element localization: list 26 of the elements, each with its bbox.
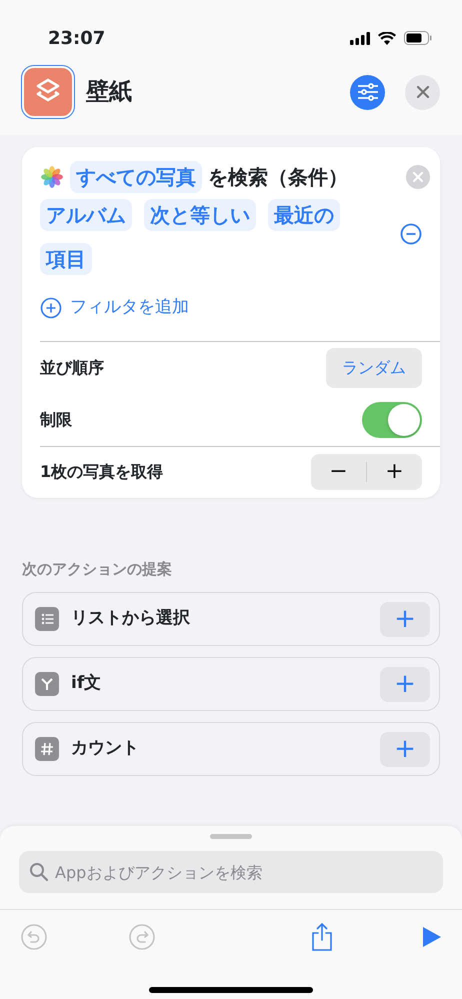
search-label: を検索（条件） bbox=[208, 164, 349, 191]
suggestion-row[interactable]: カウント + bbox=[22, 722, 440, 776]
section-header: 次のアクションの提案 bbox=[22, 558, 173, 580]
suggestion-label: リストから選択 bbox=[71, 607, 191, 630]
add-action-button[interactable]: + bbox=[380, 732, 430, 766]
row-label: 並び順序 bbox=[40, 356, 104, 378]
increment-button[interactable]: + bbox=[367, 460, 422, 484]
decrement-button[interactable]: − bbox=[311, 460, 366, 484]
sort-order-button[interactable]: ランダム bbox=[326, 348, 422, 388]
suggestion-label: カウント bbox=[71, 737, 140, 760]
row-label: 制限 bbox=[40, 408, 72, 430]
add-action-button[interactable]: + bbox=[380, 666, 430, 702]
filter-token[interactable]: 最近の bbox=[268, 199, 340, 231]
row-label: 1枚の写真を取得 bbox=[40, 461, 164, 483]
status-time: 23:07 bbox=[48, 26, 106, 50]
source-token[interactable]: すべての写真 bbox=[70, 161, 202, 193]
search-field[interactable]: Appおよびアクションを検索 bbox=[19, 851, 443, 893]
add-filter-button[interactable]: フィルタを追加 bbox=[40, 291, 189, 324]
add-action-button[interactable]: + bbox=[380, 602, 430, 636]
filter-token[interactable]: 項目 bbox=[40, 243, 92, 275]
suggestion-label: if文 bbox=[71, 672, 102, 696]
filter-token[interactable]: 次と等しい bbox=[144, 199, 256, 231]
suggestion-row[interactable]: リストから選択 + bbox=[22, 592, 440, 646]
suggestion-row[interactable]: if文 + bbox=[22, 657, 440, 711]
filter-token[interactable]: アルバム bbox=[40, 199, 132, 231]
shortcut-title: 壁紙 bbox=[86, 78, 133, 107]
